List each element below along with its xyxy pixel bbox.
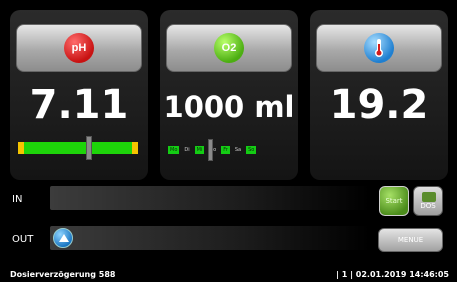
weekday-fr[interactable]: Fr xyxy=(221,146,230,154)
weekday-sa[interactable]: Sa xyxy=(233,146,243,154)
status-bar: Dosierverzögerung 588 | 1 | 02.01.2019 1… xyxy=(0,266,457,282)
start-button-label: Start xyxy=(385,197,403,205)
menu-button[interactable]: MENUE xyxy=(378,228,443,252)
weekday-so[interactable]: So xyxy=(246,146,257,154)
dos-button-label: DOS xyxy=(420,202,436,210)
weekday-di[interactable]: Di xyxy=(182,146,191,154)
temperature-panel: 19.2 xyxy=(310,10,448,180)
o2-value: 1000 ml xyxy=(163,90,295,124)
ph-panel: pH 7.11 xyxy=(10,10,148,180)
out-label: OUT xyxy=(12,234,34,245)
weekday-mi[interactable]: Mi xyxy=(194,146,205,154)
up-arrow-icon[interactable] xyxy=(53,228,73,248)
out-channel-track xyxy=(50,226,370,250)
status-message: Dosierverzögerung 588 xyxy=(10,270,116,279)
ph-badge-label: pH xyxy=(71,42,87,54)
in-channel-track xyxy=(50,186,370,210)
weekday-mo[interactable]: Mo xyxy=(168,146,180,154)
in-label: IN xyxy=(12,194,23,205)
o2-badge-label: O2 xyxy=(221,42,237,54)
ph-bar-low-limit xyxy=(18,142,24,154)
weekday-schedule: Mo Di Mi Do Fr Sa So xyxy=(168,139,257,161)
ph-bar-high-limit xyxy=(132,142,138,154)
temperature-value: 19.2 xyxy=(329,82,429,128)
ph-button[interactable]: pH xyxy=(16,24,142,72)
o2-panel: O2 1000 ml Mo Di Mi Do Fr Sa So xyxy=(160,10,298,180)
dos-button[interactable]: DOS xyxy=(413,186,443,216)
ph-value: 7.11 xyxy=(29,82,129,128)
menu-button-label: MENUE xyxy=(397,236,424,244)
weekday-marker xyxy=(208,139,213,161)
thermometer-icon xyxy=(364,33,394,63)
start-button[interactable]: Start xyxy=(379,186,409,216)
ph-level-bar xyxy=(18,136,138,160)
thermometer-glyph xyxy=(375,39,383,57)
status-datetime: | 1 | 02.01.2019 14:46:05 xyxy=(336,270,449,279)
o2-button[interactable]: O2 xyxy=(166,24,292,72)
o2-icon: O2 xyxy=(214,33,244,63)
device-screen: pH 7.11 O2 1000 ml Mo Di Mi Do Fr Sa So xyxy=(0,0,457,282)
temperature-button[interactable] xyxy=(316,24,442,72)
ph-bar-marker xyxy=(86,136,92,160)
ph-icon: pH xyxy=(64,33,94,63)
dosing-icon xyxy=(422,192,436,202)
